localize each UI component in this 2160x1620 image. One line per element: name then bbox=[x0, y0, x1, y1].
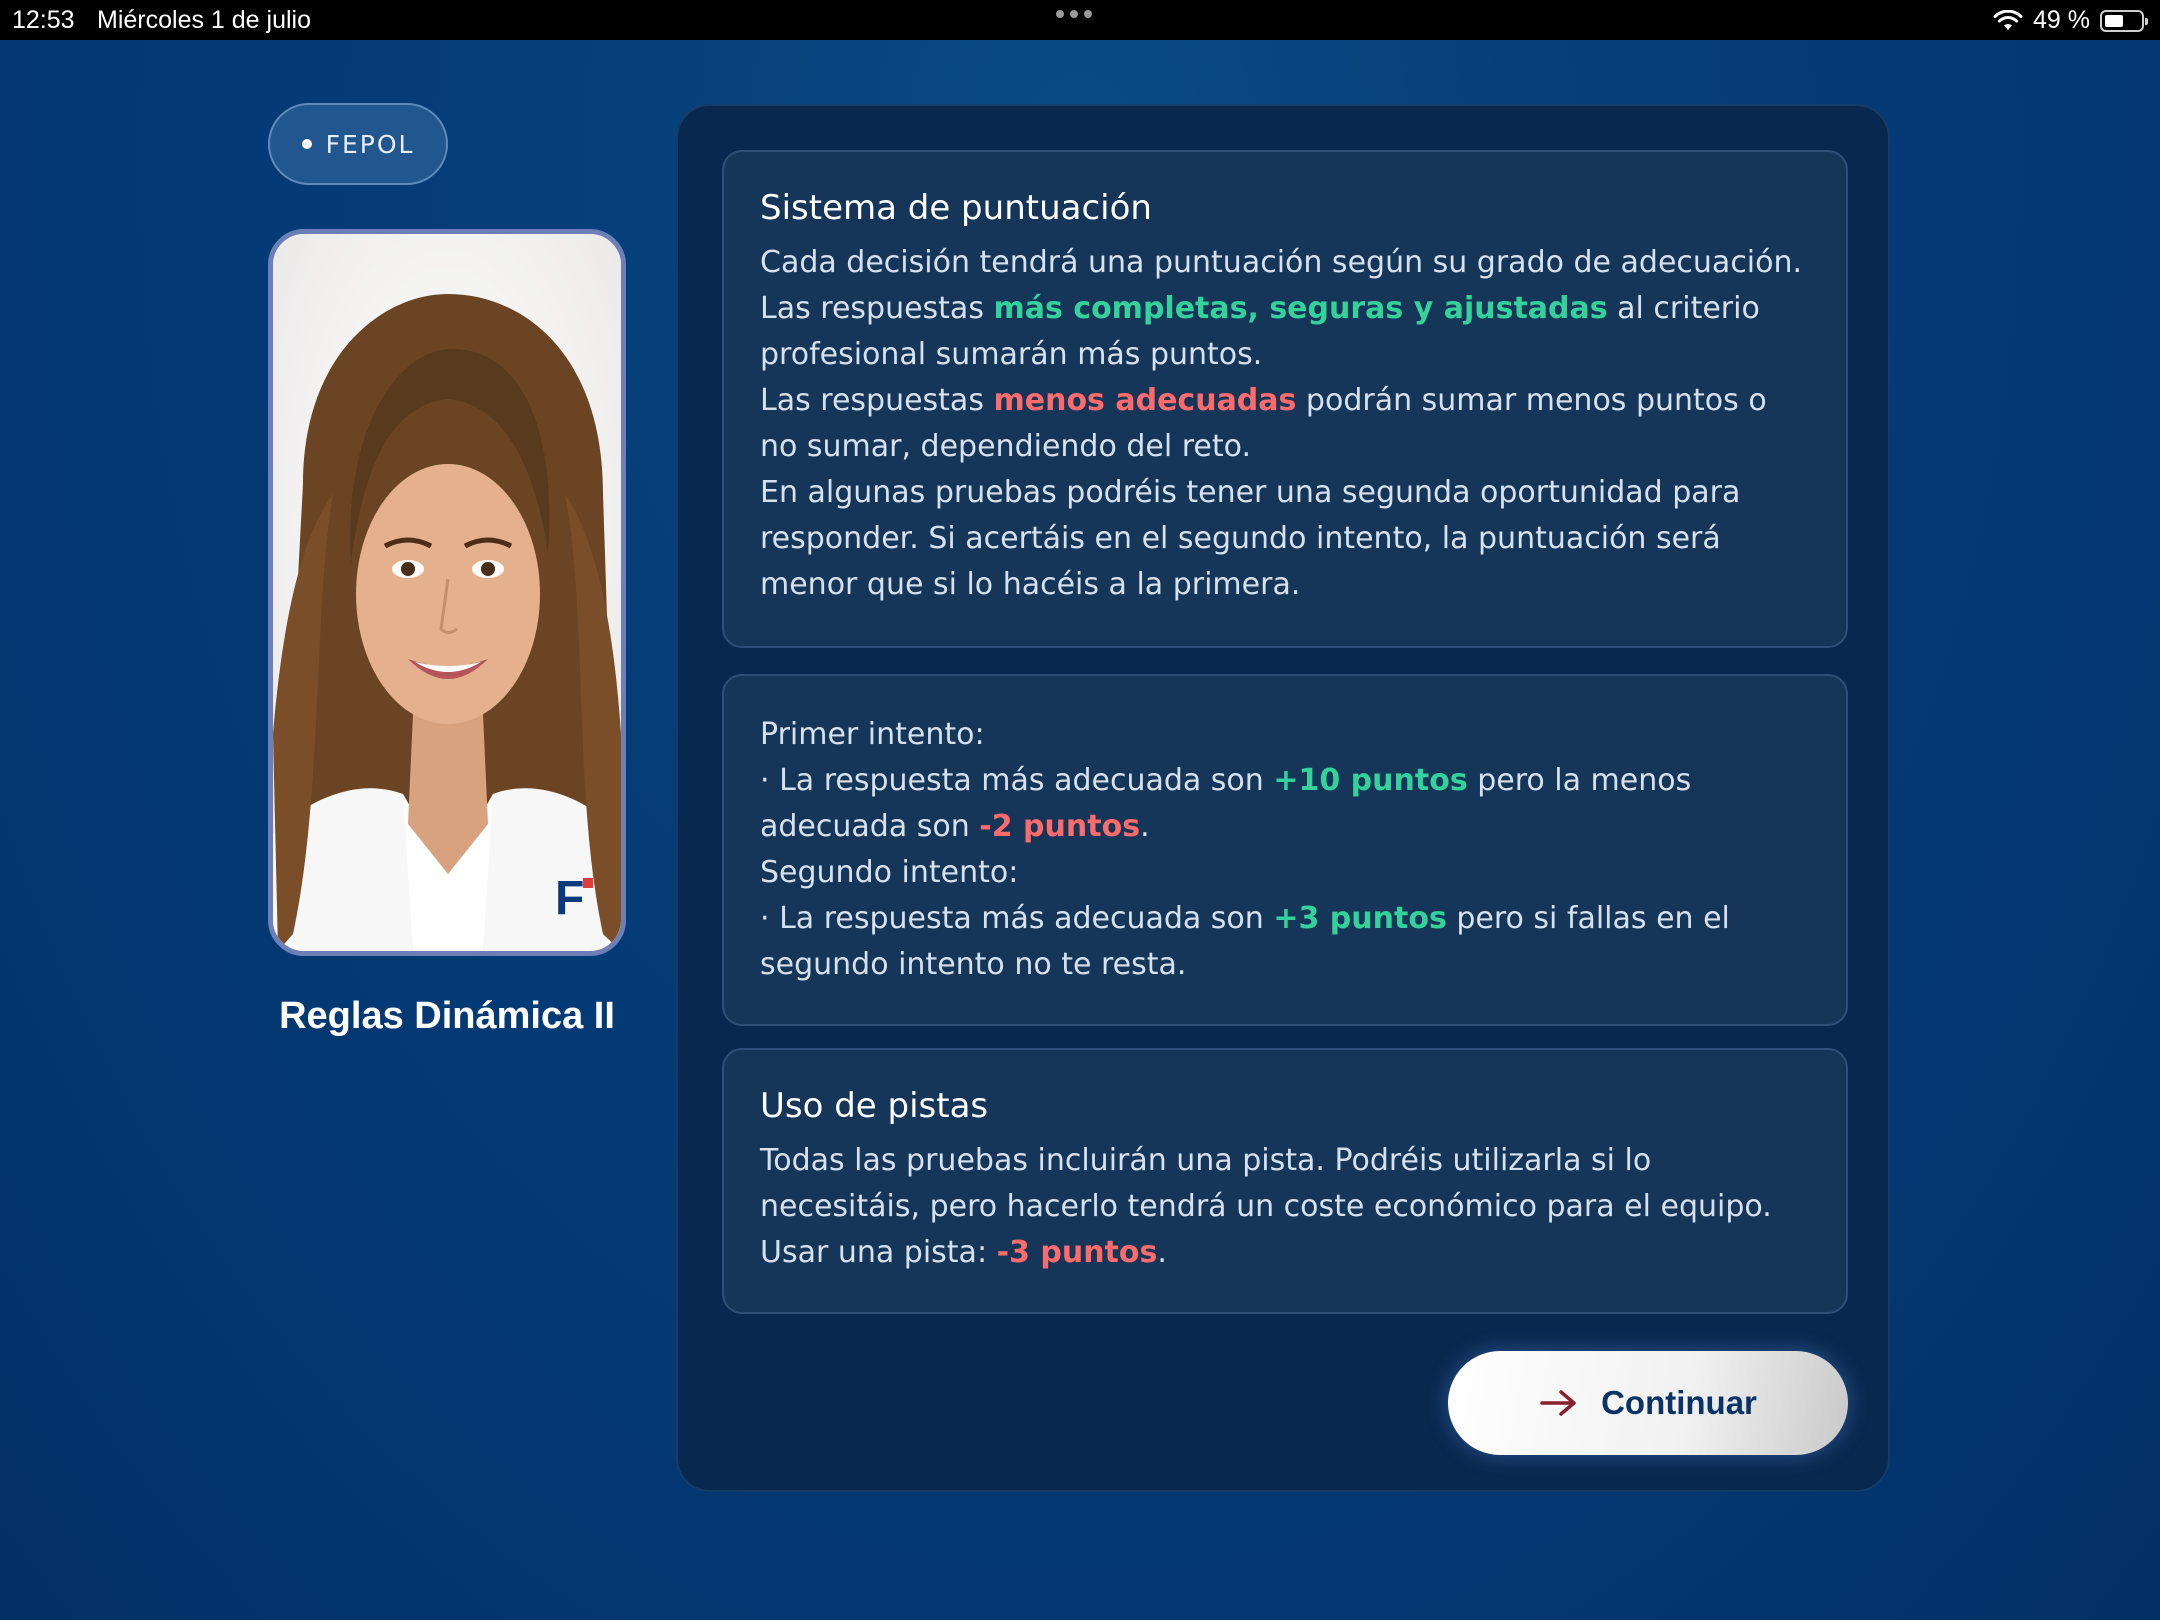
team-badge: FEPOL bbox=[268, 103, 448, 185]
scoring-title: Sistema de puntuación bbox=[760, 188, 1152, 228]
battery-icon bbox=[2100, 9, 2148, 32]
points-minus-3: -3 puntos bbox=[996, 1235, 1158, 1270]
hints-paragraph-2: Usar una pista: -3 puntos. bbox=[760, 1235, 1167, 1270]
page-title: Reglas Dinámica II bbox=[279, 995, 615, 1037]
first-attempt-label: Primer intento: bbox=[760, 717, 985, 752]
status-bar: 12:53 Miércoles 1 de julio 49 % bbox=[0, 0, 2160, 40]
first-attempt-rule: · La respuesta más adecuada son +10 punt… bbox=[760, 763, 1692, 844]
attempts-card: Primer intento: · La respuesta más adecu… bbox=[722, 674, 1848, 1026]
logo-icon: F bbox=[555, 872, 584, 925]
badge-dot-icon bbox=[301, 139, 312, 149]
hints-card: Uso de pistas Todas las pruebas incluirá… bbox=[722, 1048, 1848, 1314]
avatar: F bbox=[268, 229, 626, 956]
hints-title: Uso de pistas bbox=[760, 1086, 989, 1126]
rules-panel: Sistema de puntuación Cada decisión tend… bbox=[676, 104, 1890, 1492]
status-time: 12:53 bbox=[12, 6, 75, 34]
arrow-right-icon bbox=[1540, 1390, 1576, 1416]
highlight-positive: más completas, seguras y ajustadas bbox=[993, 291, 1608, 326]
points-plus-3: +3 puntos bbox=[1273, 901, 1447, 936]
badge-label: FEPOL bbox=[325, 129, 415, 159]
battery-percent: 49 % bbox=[2033, 6, 2090, 34]
scoring-card: Sistema de puntuación Cada decisión tend… bbox=[722, 150, 1848, 648]
scoring-paragraph-1: Cada decisión tendrá una puntuación segú… bbox=[760, 245, 1803, 372]
second-attempt-rule: · La respuesta más adecuada son +3 punto… bbox=[760, 901, 1730, 982]
points-minus-2: -2 puntos bbox=[979, 809, 1141, 844]
continue-label: Continuar bbox=[1601, 1384, 1757, 1421]
points-plus-10: +10 puntos bbox=[1273, 763, 1468, 798]
portrait-image: F bbox=[273, 234, 621, 951]
status-right: 49 % bbox=[1993, 6, 2148, 35]
scoring-paragraph-2: Las respuestas menos adecuadas podrán su… bbox=[760, 383, 1767, 464]
continue-button[interactable]: Continuar bbox=[1448, 1351, 1848, 1455]
highlight-negative: menos adecuadas bbox=[993, 383, 1297, 418]
second-attempt-label: Segundo intento: bbox=[760, 855, 1019, 890]
hints-paragraph-1: Todas las pruebas incluirán una pista. P… bbox=[760, 1143, 1772, 1224]
status-date: Miércoles 1 de julio bbox=[97, 6, 311, 34]
scoring-paragraph-3: En algunas pruebas podréis tener una seg… bbox=[760, 475, 1741, 602]
multitasking-dots-icon[interactable] bbox=[1056, 10, 1092, 18]
wifi-icon bbox=[1993, 9, 2023, 30]
